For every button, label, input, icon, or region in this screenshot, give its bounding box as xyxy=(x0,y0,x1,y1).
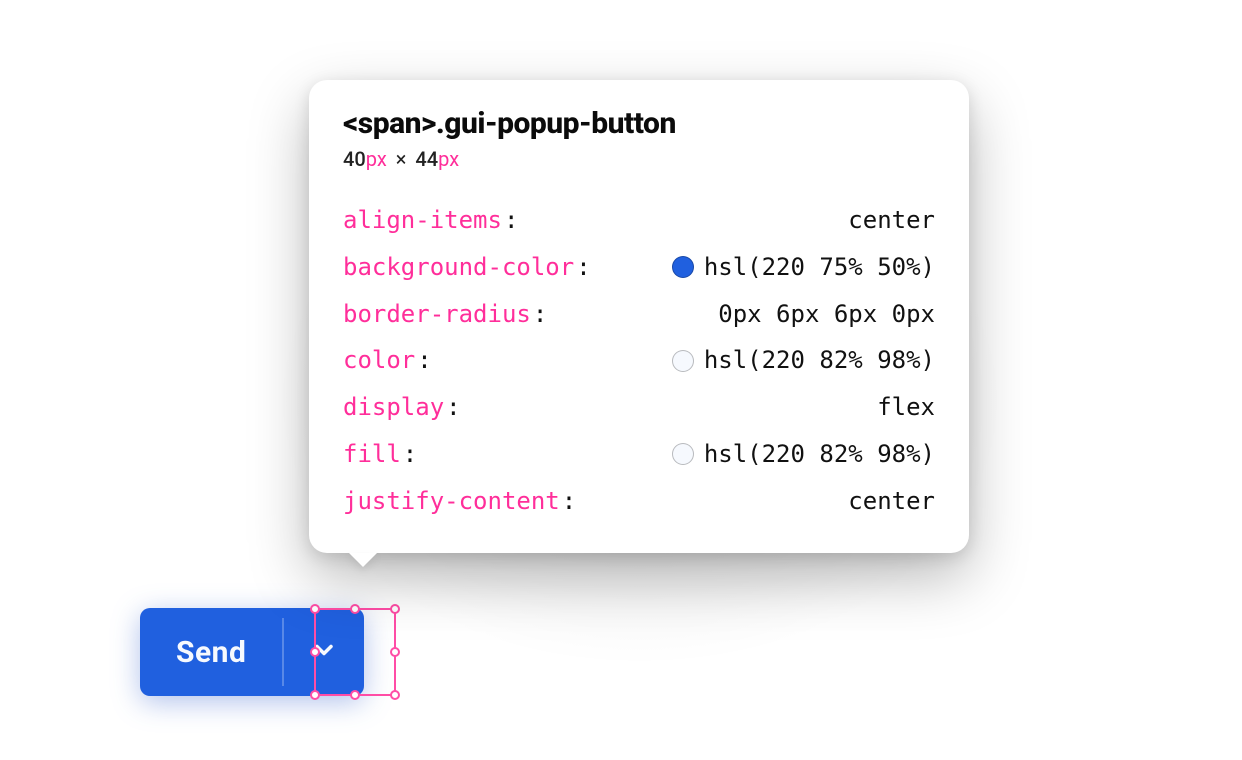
property-row: justify-content: center xyxy=(343,478,935,525)
color-swatch xyxy=(672,443,694,465)
property-value: hsl(220 82% 98%) xyxy=(704,337,935,384)
property-name: border-radius xyxy=(343,300,531,328)
send-button[interactable]: Send xyxy=(140,608,282,696)
color-swatch xyxy=(672,350,694,372)
resize-handle-top-right[interactable] xyxy=(390,604,400,614)
inspector-width-unit: px xyxy=(366,147,387,171)
property-value: center xyxy=(848,197,935,244)
property-row: display: flex xyxy=(343,384,935,431)
property-value: center xyxy=(848,478,935,525)
inspector-tooltip: <span>.gui-popup-button 40px × 44px alig… xyxy=(309,80,969,553)
resize-handle-middle-right[interactable] xyxy=(390,647,400,657)
property-row: align-items: center xyxy=(343,197,935,244)
property-row: background-color: hsl(220 75% 50%) xyxy=(343,244,935,291)
inspector-height-unit: px xyxy=(438,147,459,171)
property-row: fill: hsl(220 82% 98%) xyxy=(343,431,935,478)
dimensions-separator: × xyxy=(396,147,407,171)
send-button-label: Send xyxy=(176,635,246,670)
property-name: color xyxy=(343,346,415,374)
property-value: 0px 6px 6px 0px xyxy=(718,291,935,338)
gui-popup-button[interactable] xyxy=(284,608,364,696)
inspector-dimensions: 40px × 44px xyxy=(343,147,935,171)
color-swatch xyxy=(672,256,694,278)
inspector-selector: <span>.gui-popup-button xyxy=(343,106,935,141)
property-value: hsl(220 82% 98%) xyxy=(704,431,935,478)
property-name: justify-content xyxy=(343,487,560,515)
property-row: color: hsl(220 82% 98%) xyxy=(343,337,935,384)
property-name: background-color xyxy=(343,253,574,281)
property-name: display xyxy=(343,393,444,421)
chevron-down-icon xyxy=(310,636,338,668)
property-value: hsl(220 75% 50%) xyxy=(704,244,935,291)
property-name: align-items xyxy=(343,206,502,234)
inspector-properties-list: align-items: center background-color: hs… xyxy=(343,197,935,525)
property-value: flex xyxy=(877,384,935,431)
resize-handle-bottom-right[interactable] xyxy=(390,690,400,700)
property-name: fill xyxy=(343,440,401,468)
inspector-height-value: 44 xyxy=(415,147,438,171)
property-row: border-radius: 0px 6px 6px 0px xyxy=(343,291,935,338)
inspector-width-value: 40 xyxy=(343,147,366,171)
split-button: Send xyxy=(140,608,364,696)
